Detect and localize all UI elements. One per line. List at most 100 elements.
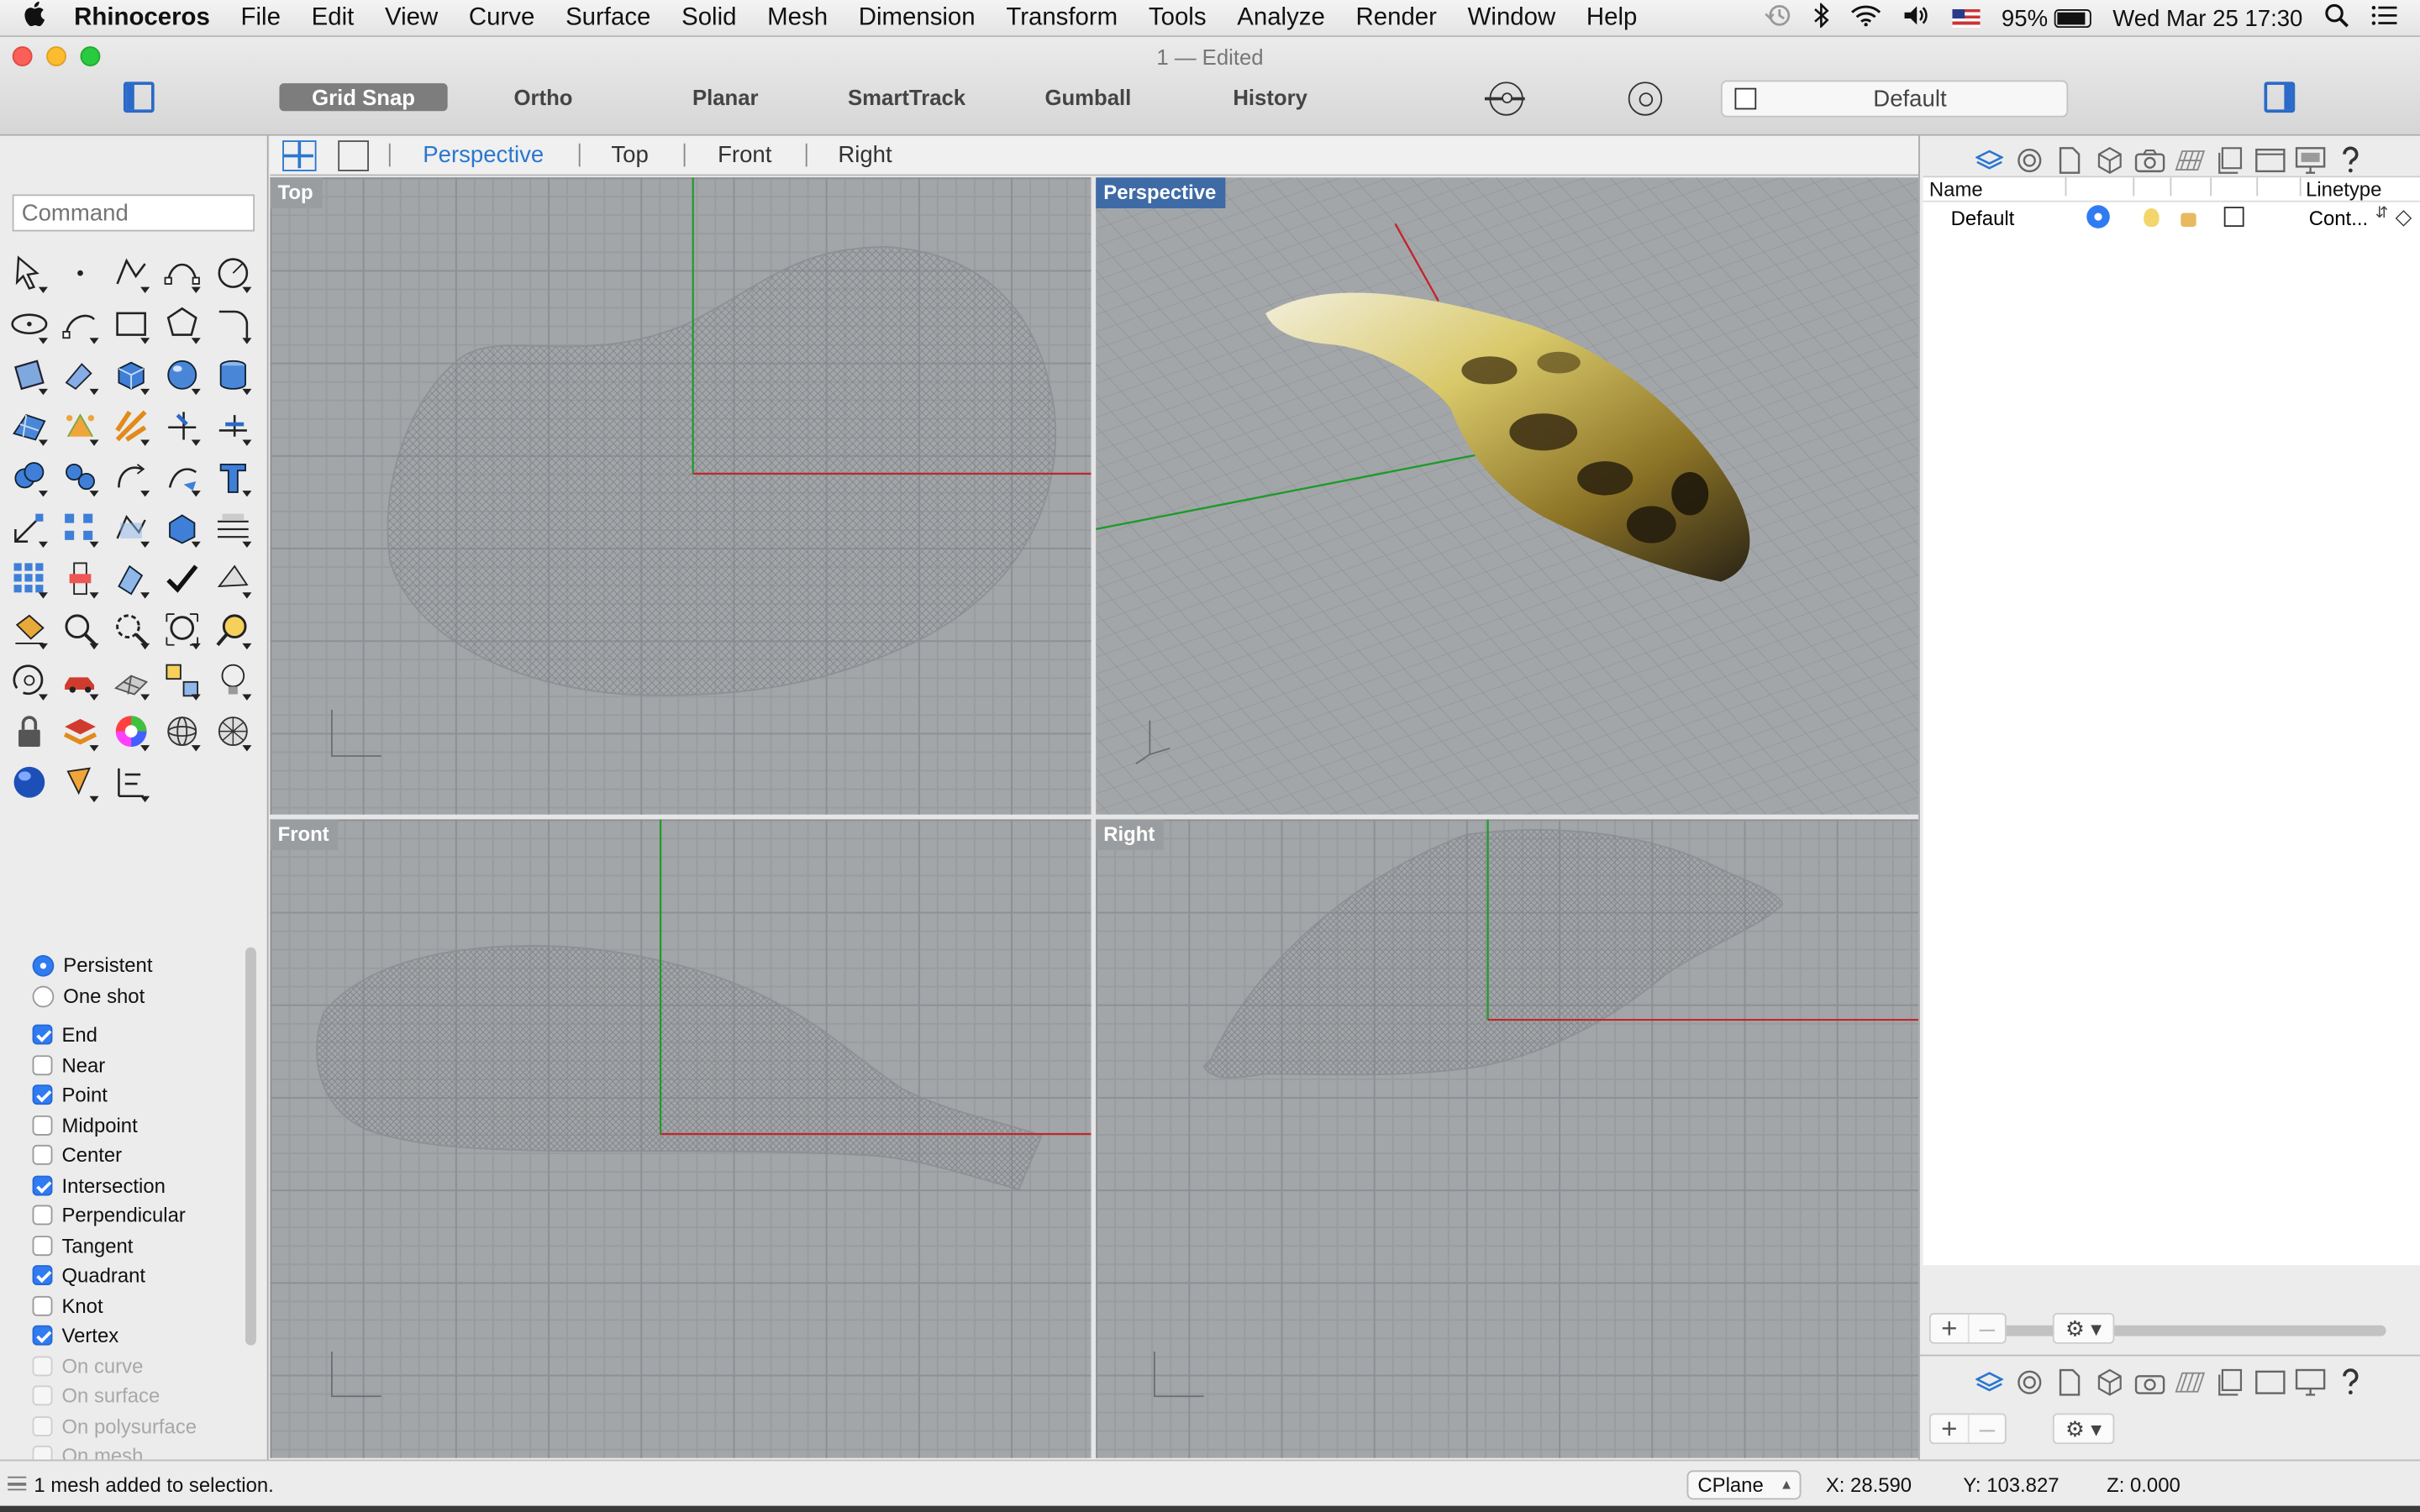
viewport-perspective-label[interactable]: Perspective [1096,177,1226,208]
layer-options-gear-button[interactable]: ⚙ ▾ [2052,1313,2115,1344]
osnap-tangent-checkbox[interactable]: Tangent [32,1231,133,1260]
layer-linetype[interactable]: Cont... [2309,207,2368,230]
time-machine-icon[interactable] [1764,3,1791,34]
viewport-front-label[interactable]: Front [270,819,339,851]
menu-mesh[interactable]: Mesh [752,4,844,32]
remove-button[interactable]: – [1967,1415,2005,1443]
fillet-tool[interactable] [207,297,258,349]
viewport-front[interactable]: Front [270,819,1092,1458]
boolean-union-tool[interactable] [3,450,55,501]
properties-panel-icon[interactable] [2012,144,2045,176]
menu-transform[interactable]: Transform [991,4,1134,32]
analyze-tool[interactable] [207,553,258,604]
column-header-linetype[interactable]: Linetype [2306,177,2381,201]
tab-top[interactable]: Top [611,142,648,168]
layers-panel-icon[interactable] [1972,144,2005,176]
zoom-tool[interactable] [54,603,105,654]
split-tool[interactable] [207,400,258,451]
tab-front[interactable]: Front [718,142,771,168]
cplane-dropdown[interactable]: CPlane ▲▼ [1686,1470,1802,1512]
print-color-diamond-icon[interactable]: ◇ [2396,203,2412,229]
named-views-panel-icon[interactable] [2133,1366,2165,1399]
layers-tool[interactable] [54,705,105,756]
osnap-icon[interactable] [1484,81,1525,116]
properties-panel-icon[interactable] [2012,1366,2045,1399]
ellipse-tool[interactable] [3,297,55,349]
menu-edit[interactable]: Edit [296,4,369,32]
osnap-end-checkbox[interactable]: End [32,1020,97,1049]
menu-surface[interactable]: Surface [550,4,666,32]
car-tool[interactable] [54,654,105,706]
named-cplanes-panel-icon[interactable] [2173,144,2206,176]
column-header-name[interactable]: Name [1929,177,1983,201]
blue-sphere-tool[interactable] [3,756,55,807]
pencil-tool[interactable] [54,756,105,807]
snapshot-tool[interactable] [156,654,208,706]
tab-perspective[interactable]: Perspective [423,142,544,168]
viewport-divider-horizontal[interactable] [270,814,1919,820]
layers-panel-icon[interactable] [1972,1366,2005,1399]
tab-right[interactable]: Right [838,142,892,168]
viewport-top-label[interactable]: Top [270,177,323,208]
osnap-knot-checkbox[interactable]: Knot [32,1290,103,1320]
layer-visible-bulb-icon[interactable] [2144,207,2160,228]
named-views-panel-icon[interactable] [2133,144,2165,176]
select-arrow-tool[interactable] [3,247,55,298]
lock-tool[interactable] [3,705,55,756]
viewport-panel-icon[interactable] [2254,1366,2286,1399]
bluetooth-icon[interactable] [1813,2,1829,34]
render-sphere-tool[interactable] [207,705,258,756]
osnap-near-checkbox[interactable]: Near [32,1050,105,1079]
menu-help[interactable]: Help [1571,4,1653,32]
contour-tool[interactable] [207,501,258,553]
command-input[interactable] [12,194,255,232]
paint-bucket-tool[interactable] [3,603,55,654]
help-panel-icon[interactable] [2333,144,2366,176]
curve-tool[interactable] [156,247,208,298]
distance-tool[interactable] [105,756,156,807]
history-toggle[interactable]: History [1223,83,1318,111]
sphere-tool[interactable] [156,349,208,400]
notes-panel-icon[interactable] [2053,1366,2086,1399]
toggle-left-sidebar-icon[interactable] [123,81,155,113]
circle-tool[interactable] [207,247,258,298]
volume-icon[interactable] [1902,5,1930,33]
app-menu[interactable]: Rhinoceros [68,4,225,32]
display-panel-icon[interactable] [2093,1366,2126,1399]
layer-unlock-icon[interactable] [2181,213,2196,228]
rotate-tool[interactable] [105,450,156,501]
planar-toggle[interactable]: Planar [679,83,771,111]
single-viewport-layout-icon[interactable] [338,140,369,171]
text-tool[interactable] [207,450,258,501]
mesh-tool[interactable] [105,654,156,706]
zoom-window-tool[interactable] [105,603,156,654]
viewport-right[interactable]: Right [1096,819,1919,1458]
record-history-icon[interactable] [1628,81,1663,116]
viewport-top[interactable]: Top [270,177,1092,815]
named-cplanes-panel-icon[interactable] [2173,1366,2206,1399]
input-source-flag-icon[interactable] [1952,9,1981,29]
add-layer-button[interactable]: + [1931,1315,1968,1342]
menu-clock[interactable]: Wed Mar 25 17:30 [2112,5,2302,31]
osnap-persistent-radio[interactable]: Persistent [32,950,152,979]
current-layer-dropdown[interactable]: Default [1720,80,2069,118]
panel-split-divider[interactable] [1919,1354,2420,1357]
menu-file[interactable]: File [225,4,296,32]
point-tool[interactable] [54,247,105,298]
help-panel-icon[interactable] [2333,1366,2366,1399]
linetype-stepper-icon[interactable]: ⇵ [2375,205,2388,222]
cage-edit-tool[interactable] [54,400,105,451]
layouts-panel-icon[interactable] [2213,1366,2246,1399]
grid-array-tool[interactable] [3,553,55,604]
osnap-perpendicular-checkbox[interactable]: Perpendicular [32,1200,186,1230]
osnap-midpoint-checkbox[interactable]: Midpoint [32,1110,138,1140]
edit-points-tool[interactable] [105,501,156,553]
polygon-tool[interactable] [156,297,208,349]
curve-from-object-tool[interactable] [156,450,208,501]
trim-tool[interactable] [156,400,208,451]
four-viewport-layout-icon[interactable] [282,140,317,171]
polyline-tool[interactable] [105,247,156,298]
color-wheel-tool[interactable] [105,705,156,756]
cylinder-tool[interactable] [207,349,258,400]
zoom-extents-tool[interactable] [156,603,208,654]
